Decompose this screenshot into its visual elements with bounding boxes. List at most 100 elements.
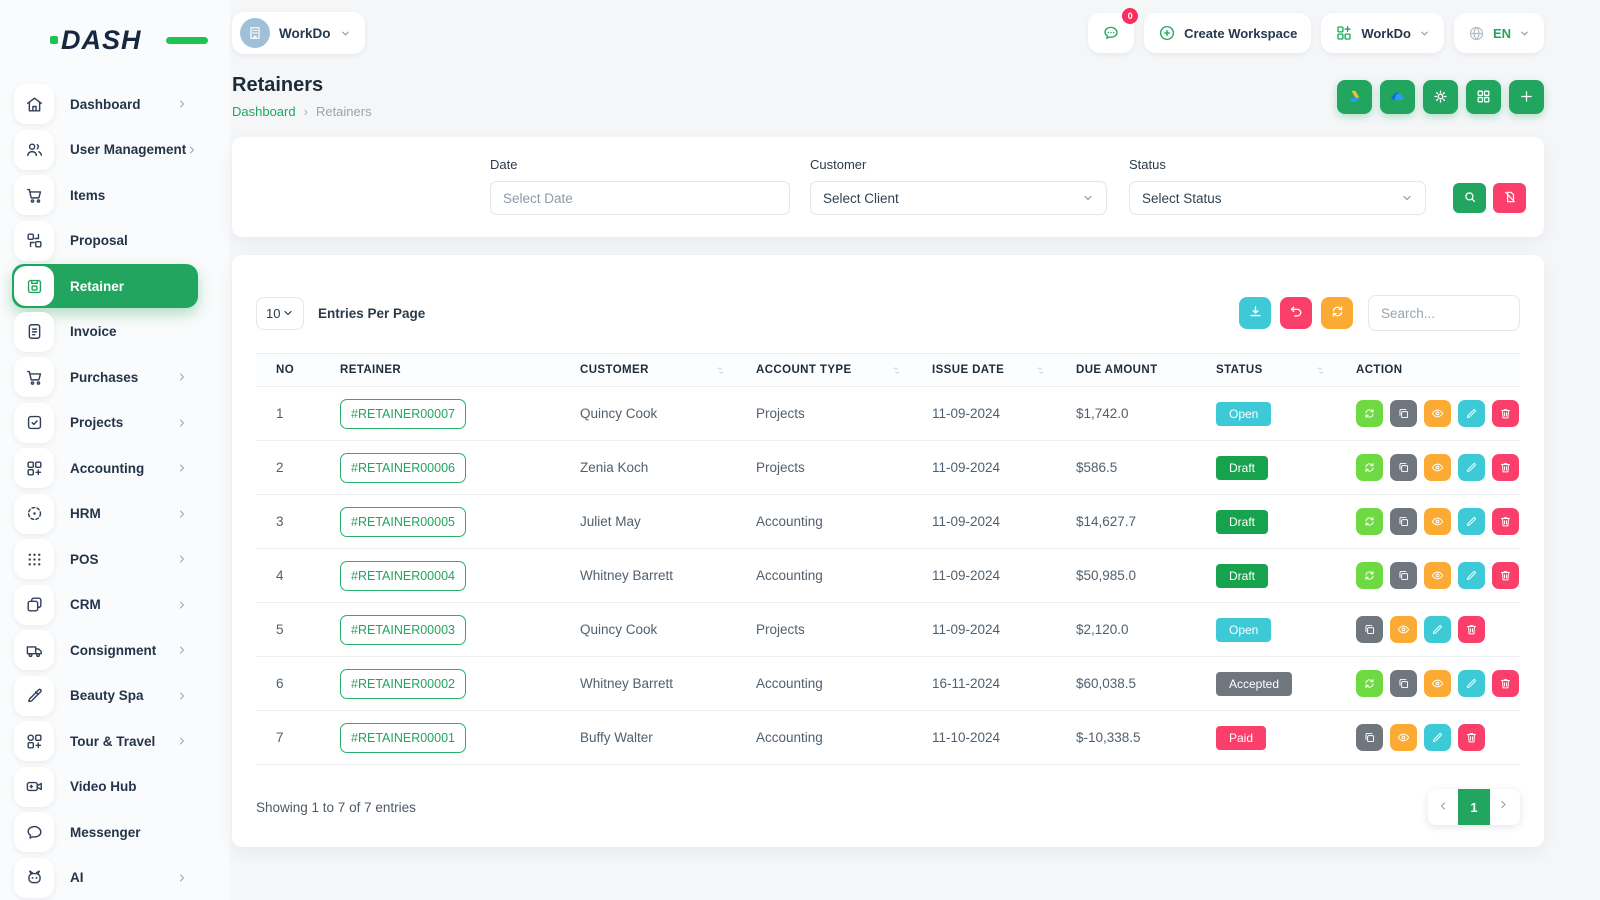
sidebar-item-tour-travel[interactable]: Tour & Travel: [12, 719, 198, 763]
action-edit-button[interactable]: [1458, 508, 1485, 535]
retainer-number-link[interactable]: #RETAINER00007: [340, 399, 466, 429]
sidebar-item-invoice[interactable]: Invoice: [12, 310, 198, 354]
due-amount-cell: $60,038.5: [1056, 657, 1196, 711]
action-edit-button[interactable]: [1458, 562, 1485, 589]
action-delete-button[interactable]: [1492, 454, 1519, 481]
action-delete-button[interactable]: [1492, 562, 1519, 589]
next-page-button[interactable]: [1490, 789, 1520, 825]
action-duplicate-button[interactable]: [1390, 454, 1417, 481]
add-retainer-button[interactable]: [1509, 80, 1544, 114]
date-filter-label: Date: [490, 157, 790, 172]
sidebar-item-user-management[interactable]: User Management: [12, 128, 198, 172]
sidebar-item-label: Beauty Spa: [70, 688, 176, 703]
sidebar-item-accounting[interactable]: Accounting: [12, 446, 198, 490]
action-delete-button[interactable]: [1492, 400, 1519, 427]
messages-button[interactable]: 0: [1088, 13, 1134, 53]
sidebar-item-retainer[interactable]: Retainer: [12, 264, 198, 308]
customer-select[interactable]: Select Client: [810, 181, 1107, 215]
action-view-button[interactable]: [1390, 724, 1417, 751]
action-view-button[interactable]: [1424, 508, 1451, 535]
action-delete-button[interactable]: [1492, 508, 1519, 535]
action-delete-button[interactable]: [1458, 724, 1485, 751]
retainer-number-link[interactable]: #RETAINER00005: [340, 507, 466, 537]
action-duplicate-button[interactable]: [1390, 562, 1417, 589]
sidebar-item-proposal[interactable]: Proposal: [12, 219, 198, 263]
sidebar-item-messenger[interactable]: Messenger: [12, 810, 198, 854]
sidebar-item-crm[interactable]: CRM: [12, 583, 198, 627]
workspace-switcher[interactable]: WorkDo: [232, 12, 365, 54]
action-view-button[interactable]: [1424, 400, 1451, 427]
action-duplicate-button[interactable]: [1390, 400, 1417, 427]
column-header-account-type[interactable]: ACCOUNT TYPE: [736, 354, 912, 387]
onedrive-button[interactable]: [1380, 80, 1415, 114]
sidebar: DASH DashboardUser ManagementItemsPropos…: [0, 0, 230, 900]
language-switcher[interactable]: EN: [1454, 13, 1544, 53]
page-content: Retainers Dashboard › Retainers Date: [230, 58, 1600, 847]
table-search-input[interactable]: [1368, 295, 1520, 331]
sidebar-item-ai[interactable]: AI: [12, 856, 198, 900]
action-view-button[interactable]: [1424, 562, 1451, 589]
reset-filter-button[interactable]: [1493, 183, 1526, 213]
workdo-menu-button[interactable]: WorkDo: [1321, 13, 1444, 53]
apps-button[interactable]: [1466, 80, 1501, 114]
sidebar-item-label: Purchases: [70, 370, 176, 385]
app-logo[interactable]: DASH: [50, 18, 200, 62]
sidebar-item-purchases[interactable]: Purchases: [12, 355, 198, 399]
chevron-right-icon: [176, 690, 188, 702]
action-view-button[interactable]: [1390, 616, 1417, 643]
page-1-button[interactable]: 1: [1458, 789, 1490, 825]
prev-page-button[interactable]: [1428, 789, 1458, 825]
breadcrumb-dashboard-link[interactable]: Dashboard: [232, 104, 296, 119]
retainer-number-link[interactable]: #RETAINER00002: [340, 669, 466, 699]
retainer-number-link[interactable]: #RETAINER00004: [340, 561, 466, 591]
undo-button[interactable]: [1280, 297, 1312, 329]
column-header-status[interactable]: STATUS: [1196, 354, 1336, 387]
column-header-customer[interactable]: CUSTOMER: [560, 354, 736, 387]
sidebar-item-video-hub[interactable]: Video Hub: [12, 765, 198, 809]
column-header-issue-date[interactable]: ISSUE DATE: [912, 354, 1056, 387]
chevron-right-icon: [1499, 800, 1511, 815]
retainer-number-link[interactable]: #RETAINER00006: [340, 453, 466, 483]
refresh-button[interactable]: [1321, 297, 1353, 329]
action-duplicate-button[interactable]: [1390, 670, 1417, 697]
filter-fields: Date Customer Select Client Stat: [490, 157, 1526, 215]
action-duplicate-button[interactable]: [1390, 508, 1417, 535]
action-view-button[interactable]: [1424, 670, 1451, 697]
entries-per-page-select[interactable]: 10: [256, 297, 304, 330]
app-root: DASH DashboardUser ManagementItemsPropos…: [0, 0, 1600, 900]
action-delete-button[interactable]: [1458, 616, 1485, 643]
column-label: ACTION: [1356, 364, 1402, 376]
action-edit-button[interactable]: [1458, 400, 1485, 427]
create-workspace-button[interactable]: Create Workspace: [1144, 13, 1311, 53]
google-drive-button[interactable]: [1337, 80, 1372, 114]
sidebar-item-dashboard[interactable]: Dashboard: [12, 82, 198, 126]
action-convert-button[interactable]: [1356, 400, 1383, 427]
sidebar-item-beauty-spa[interactable]: Beauty Spa: [12, 674, 198, 718]
date-filter-input[interactable]: [490, 181, 790, 215]
action-duplicate-button[interactable]: [1356, 724, 1383, 751]
retainer-number-link[interactable]: #RETAINER00003: [340, 615, 466, 645]
due-amount-cell: $-10,338.5: [1056, 711, 1196, 765]
sidebar-item-consignment[interactable]: Consignment: [12, 628, 198, 672]
status-select[interactable]: Select Status: [1129, 181, 1426, 215]
action-edit-button[interactable]: [1458, 454, 1485, 481]
issue-date-cell: 11-09-2024: [912, 387, 1056, 441]
sidebar-item-pos[interactable]: POS: [12, 537, 198, 581]
action-convert-button[interactable]: [1356, 670, 1383, 697]
sidebar-item-projects[interactable]: Projects: [12, 401, 198, 445]
sidebar-item-items[interactable]: Items: [12, 173, 198, 217]
retainer-number-link[interactable]: #RETAINER00001: [340, 723, 466, 753]
action-convert-button[interactable]: [1356, 562, 1383, 589]
apply-filter-button[interactable]: [1453, 183, 1486, 213]
settings-button[interactable]: [1423, 80, 1458, 114]
action-delete-button[interactable]: [1492, 670, 1519, 697]
action-convert-button[interactable]: [1356, 508, 1383, 535]
export-button[interactable]: [1239, 297, 1271, 329]
action-duplicate-button[interactable]: [1356, 616, 1383, 643]
action-edit-button[interactable]: [1424, 724, 1451, 751]
sidebar-item-hrm[interactable]: HRM: [12, 492, 198, 536]
action-edit-button[interactable]: [1458, 670, 1485, 697]
action-edit-button[interactable]: [1424, 616, 1451, 643]
action-view-button[interactable]: [1424, 454, 1451, 481]
action-convert-button[interactable]: [1356, 454, 1383, 481]
